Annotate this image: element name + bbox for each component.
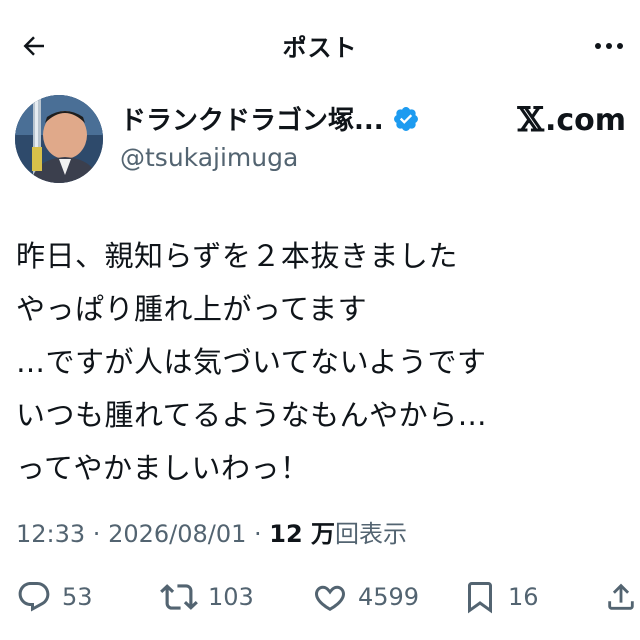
reply-button[interactable]: 53 — [16, 572, 93, 622]
bookmark-icon — [468, 582, 492, 614]
tweet-line: いつも腫れてるようなもんやから… — [16, 398, 488, 432]
page-title: ポスト — [282, 34, 358, 62]
more-icon-dot — [606, 43, 612, 49]
more-icon — [595, 43, 601, 49]
display-name[interactable]: ドランクドラゴン塚... — [120, 100, 384, 137]
meta-separator: · — [246, 520, 270, 548]
user-handle[interactable]: @tsukajimuga — [120, 143, 298, 172]
tweet-line: やっぱり腫れ上がってます — [16, 292, 368, 326]
tweet-meta: 12:33 · 2026/08/01 · 12 万回表示 — [16, 514, 407, 549]
view-label: 回表示 — [335, 520, 408, 548]
x-com-logo: 𝕏 .com — [518, 100, 626, 140]
author-name-row[interactable]: ドランクドラゴン塚... — [120, 100, 420, 137]
avatar[interactable] — [15, 95, 103, 183]
tweet-line: …ですが人は気づいてないようです — [16, 345, 487, 379]
repost-button[interactable]: 103 — [160, 572, 254, 622]
x-com-text: .com — [544, 102, 626, 138]
reply-icon — [18, 582, 50, 612]
like-button[interactable]: 4599 — [312, 572, 419, 622]
more-button[interactable] — [586, 26, 632, 66]
meta-separator: · — [85, 520, 109, 548]
avatar-image — [15, 95, 103, 183]
verified-icon — [393, 106, 418, 131]
tweet-date[interactable]: 2026/08/01 — [108, 520, 246, 548]
repost-count: 103 — [208, 583, 254, 611]
tweet-text: 昨日、親知らずを２本抜きました やっぱり腫れ上がってます …ですが人は気づいてな… — [16, 230, 626, 495]
bookmark-count: 16 — [508, 583, 539, 611]
x-logo-icon: 𝕏 — [517, 100, 544, 140]
share-button[interactable] — [604, 572, 638, 622]
bookmark-button[interactable]: 16 — [462, 572, 539, 622]
tweet-line: ってやかましいわっ！ — [16, 451, 310, 485]
top-bar: ポスト — [0, 0, 640, 90]
reply-count: 53 — [62, 583, 93, 611]
like-count: 4599 — [358, 583, 420, 611]
tweet-line: 昨日、親知らずを２本抜きました — [16, 239, 458, 273]
action-bar: 53 103 4599 16 — [0, 572, 640, 622]
post-page: ポスト ドランクドラゴン塚... @tsukajimuga 𝕏 .com 昨日、… — [0, 0, 640, 640]
share-icon — [608, 583, 634, 610]
tweet-time[interactable]: 12:33 — [16, 520, 85, 548]
more-icon-dot — [617, 43, 623, 49]
like-icon — [315, 585, 345, 612]
view-count: 12 万 — [269, 520, 336, 548]
repost-icon — [160, 584, 198, 610]
